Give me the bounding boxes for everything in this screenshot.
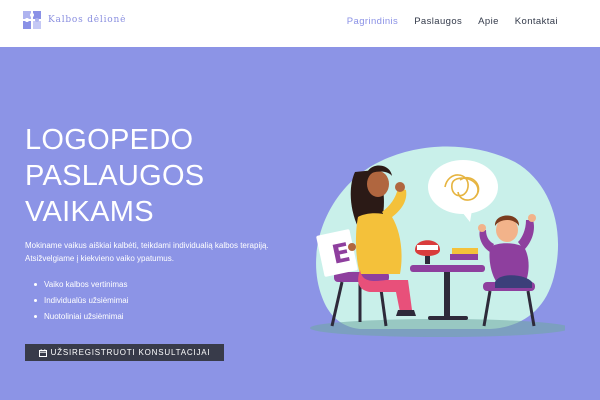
hero-title-line: LOGOPEDO — [25, 124, 194, 156]
list-item: Vaiko kalbos vertinimas — [34, 280, 128, 296]
hero-title: LOGOPEDO PASLAUGOS VAIKAMS — [25, 122, 255, 230]
puzzle-icon — [23, 11, 41, 29]
hero-description: Mokiname vaikus aiškiai kalbėti, teikdam… — [25, 241, 269, 263]
nav-item-pagrindinis[interactable]: Pagrindinis — [347, 16, 398, 27]
register-consultation-button[interactable]: UŽSIREGISTRUOTI KONSULTACIJAI — [25, 344, 224, 361]
hero-title-line: PASLAUGOS — [25, 160, 205, 192]
speech-therapy-illustration: E — [310, 146, 565, 337]
logo-text: Kalbos dėlionė — [48, 15, 127, 25]
hero-title-line: VAIKAMS — [25, 196, 154, 228]
nav-item-kontaktai[interactable]: Kontaktai — [515, 16, 558, 27]
hero-section: LOGOPEDO PASLAUGOS VAIKAMS Mokiname vaik… — [0, 47, 600, 400]
services-list: Vaiko kalbos vertinimas Individualūs užs… — [34, 280, 128, 328]
calendar-icon — [38, 348, 47, 357]
list-item: Individualūs užsiėmimai — [34, 296, 128, 312]
main-nav: Pagrindinis Paslaugos Apie Kontaktai — [347, 16, 558, 27]
nav-item-paslaugos[interactable]: Paslaugos — [414, 16, 462, 27]
cta-label: UŽSIREGISTRUOTI KONSULTACIJAI — [50, 348, 211, 357]
list-item: Nuotoliniai užsiėmimai — [34, 312, 128, 328]
nav-item-apie[interactable]: Apie — [478, 16, 499, 27]
logo-link[interactable]: Kalbos dėlionė — [22, 10, 126, 30]
site-header: Kalbos dėlionė Pagrindinis Paslaugos Api… — [0, 0, 600, 47]
floor-shadow — [310, 319, 565, 337]
